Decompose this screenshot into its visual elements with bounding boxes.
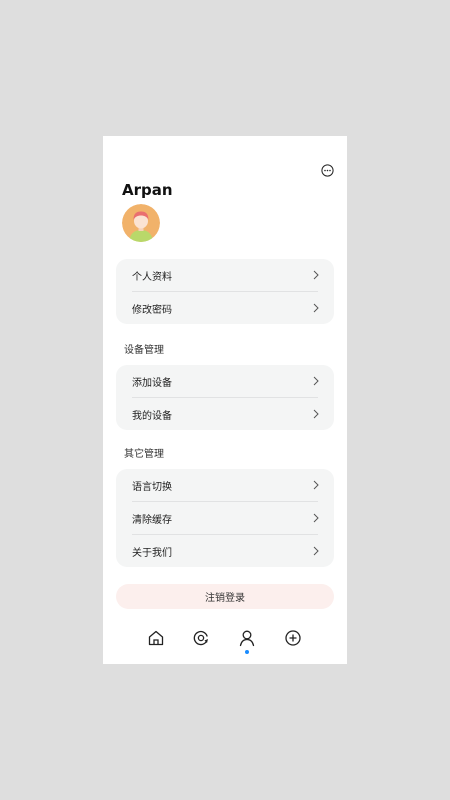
menu-item-label: 修改密码 bbox=[132, 304, 172, 316]
chevron-right-icon bbox=[313, 270, 319, 280]
chevron-right-icon bbox=[313, 409, 319, 419]
avatar[interactable] bbox=[122, 204, 160, 242]
tab-me[interactable] bbox=[237, 628, 257, 648]
tab-device[interactable] bbox=[191, 628, 211, 648]
chevron-right-icon bbox=[313, 546, 319, 556]
add-circle-icon bbox=[285, 630, 301, 646]
section-title-other: 其它管理 bbox=[124, 449, 164, 460]
chevron-right-icon bbox=[313, 376, 319, 386]
chevron-right-icon bbox=[313, 303, 319, 313]
tab-home[interactable] bbox=[146, 628, 166, 648]
menu-item-language[interactable]: 语言切换 bbox=[132, 469, 319, 501]
home-icon bbox=[148, 630, 164, 646]
username: Arpan bbox=[122, 181, 173, 199]
chevron-right-icon bbox=[313, 480, 319, 490]
menu-item-label: 添加设备 bbox=[132, 377, 172, 389]
menu-item-my-devices[interactable]: 我的设备 bbox=[132, 397, 319, 430]
menu-item-label: 语言切换 bbox=[132, 481, 172, 493]
menu-item-label: 个人资料 bbox=[132, 271, 172, 283]
other-card: 语言切换 清除缓存 关于我们 bbox=[116, 469, 334, 567]
message-icon[interactable] bbox=[321, 162, 334, 177]
device-card: 添加设备 我的设备 bbox=[116, 365, 334, 430]
menu-item-profile[interactable]: 个人资料 bbox=[132, 259, 319, 291]
bottom-tab-bar bbox=[103, 626, 347, 654]
menu-item-change-password[interactable]: 修改密码 bbox=[132, 291, 319, 324]
chevron-right-icon bbox=[313, 513, 319, 523]
menu-item-label: 关于我们 bbox=[132, 547, 172, 559]
menu-item-about[interactable]: 关于我们 bbox=[132, 534, 319, 567]
active-tab-indicator bbox=[245, 650, 249, 654]
device-icon bbox=[193, 630, 208, 646]
menu-item-label: 清除缓存 bbox=[132, 514, 172, 526]
tab-add[interactable] bbox=[283, 628, 303, 648]
user-icon bbox=[239, 630, 255, 647]
logout-button[interactable]: 注销登录 bbox=[116, 584, 334, 609]
menu-item-clear-cache[interactable]: 清除缓存 bbox=[132, 501, 319, 534]
profile-screen: Arpan 个人资料 修改密码 设备管理 添加设备 我的设备 其它管理 语言切换… bbox=[103, 136, 347, 664]
menu-item-add-device[interactable]: 添加设备 bbox=[132, 365, 319, 397]
menu-item-label: 我的设备 bbox=[132, 410, 172, 422]
account-card: 个人资料 修改密码 bbox=[116, 259, 334, 324]
section-title-devices: 设备管理 bbox=[124, 345, 164, 356]
